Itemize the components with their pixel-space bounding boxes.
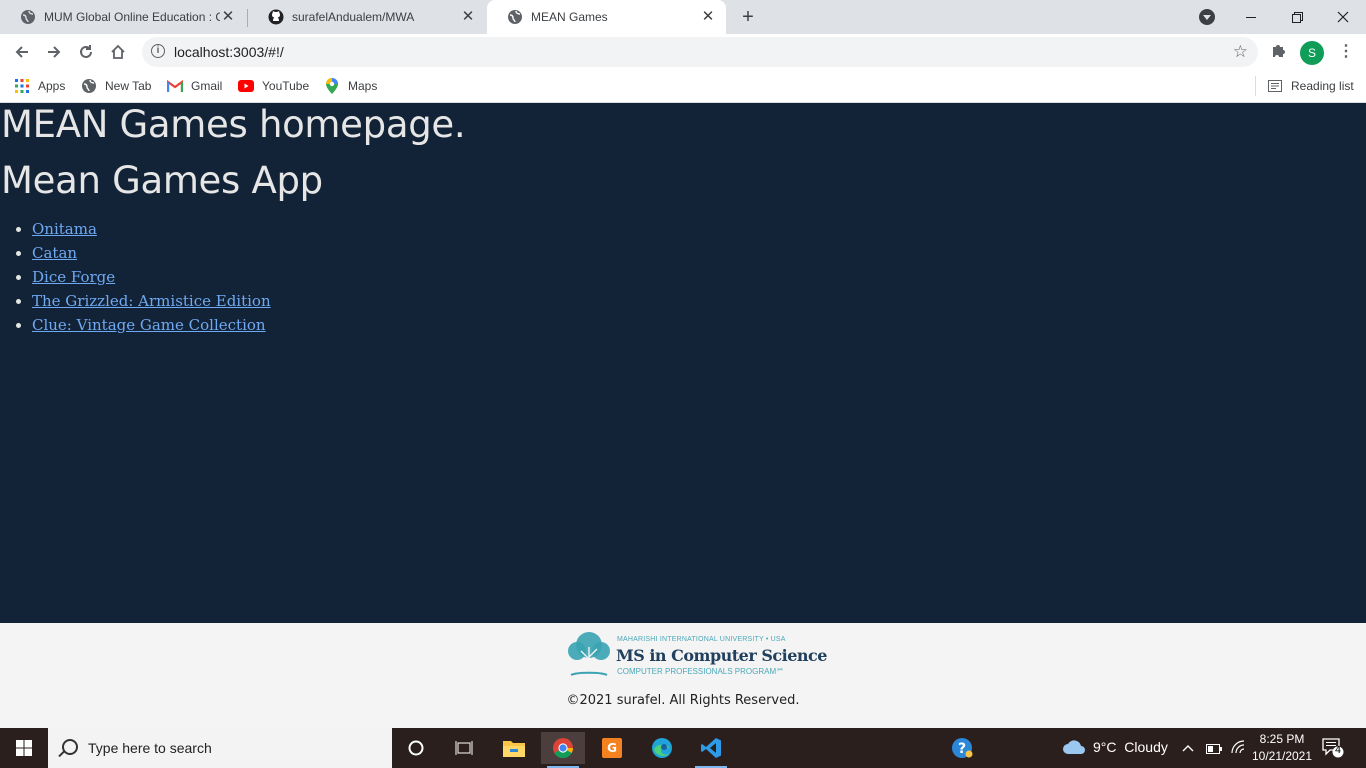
- taskbar-search-input[interactable]: Type here to search: [48, 728, 392, 768]
- game-link[interactable]: Clue: Vintage Game Collection: [32, 316, 266, 334]
- bookmark-apps[interactable]: Apps: [14, 77, 65, 95]
- edge-icon[interactable]: [640, 732, 684, 764]
- system-clock[interactable]: 8:25 PM 10/21/2021: [1246, 731, 1318, 765]
- tab-title: MEAN Games: [531, 10, 608, 24]
- windows-logo-icon: [16, 740, 32, 756]
- browser-tab[interactable]: surafelAndualem/MWA ✕: [248, 0, 486, 34]
- close-tab-icon[interactable]: ✕: [460, 9, 476, 25]
- foxit-pdf-icon[interactable]: G: [590, 732, 634, 764]
- browser-toolbar: i localhost:3003/#!/ ☆ S ⋮: [0, 34, 1366, 70]
- battery-icon[interactable]: [1206, 742, 1222, 757]
- back-button[interactable]: [8, 38, 36, 66]
- bookmark-label: Gmail: [191, 79, 223, 93]
- show-hidden-icons-chevron-icon[interactable]: [1182, 740, 1194, 755]
- list-item: Clue: Vintage Game Collection: [32, 313, 271, 337]
- search-icon: [62, 739, 78, 755]
- youtube-icon: [238, 78, 254, 94]
- search-placeholder: Type here to search: [88, 740, 212, 756]
- university-logo: MAHARISHI INTERNATIONAL UNIVERSITY • USA…: [565, 629, 827, 683]
- svg-text:G: G: [607, 741, 617, 755]
- tab-title: surafelAndualem/MWA: [292, 10, 415, 24]
- logo-subtitle-text: COMPUTER PROFESSIONALS PROGRAM℠: [617, 667, 785, 676]
- game-link[interactable]: Dice Forge: [32, 268, 115, 286]
- bookmark-label: YouTube: [262, 79, 310, 93]
- close-tab-icon[interactable]: ✕: [700, 9, 716, 25]
- bookmark-label: Maps: [348, 79, 378, 93]
- bookmark-label: Apps: [38, 79, 66, 93]
- clock-date: 10/21/2021: [1251, 749, 1313, 763]
- bookmarks-bar: Apps New Tab Gmail YouTube Maps Reading …: [0, 70, 1366, 103]
- windows-start-button[interactable]: [0, 728, 48, 768]
- list-item: Catan: [32, 241, 271, 265]
- notification-center-icon[interactable]: 4: [1322, 738, 1344, 758]
- logo-university-text: MAHARISHI INTERNATIONAL UNIVERSITY • USA: [617, 636, 786, 643]
- list-item: Onitama: [32, 217, 271, 241]
- reading-list-button[interactable]: Reading list: [1267, 77, 1354, 95]
- reading-list-label: Reading list: [1291, 79, 1354, 93]
- taskbar: Type here to search G ? 9°C Cloudy 8:25 …: [0, 728, 1366, 768]
- globe-icon: [81, 78, 97, 94]
- game-link[interactable]: Catan: [32, 244, 77, 262]
- task-view-icon[interactable]: [442, 732, 486, 764]
- reload-button[interactable]: [72, 38, 100, 66]
- weather-text: 9°C Cloudy: [1093, 739, 1168, 755]
- profile-avatar[interactable]: S: [1300, 41, 1324, 65]
- wifi-icon[interactable]: [1230, 740, 1246, 757]
- game-link[interactable]: Onitama: [32, 220, 97, 238]
- file-explorer-icon[interactable]: [492, 732, 536, 764]
- page-content: MEAN Games homepage. Mean Games App Onit…: [0, 103, 1366, 623]
- site-info-icon[interactable]: i: [151, 44, 165, 58]
- bookmark-star-icon[interactable]: ☆: [1233, 42, 1248, 62]
- tab-title: MUM Global Online Education : C: [44, 10, 220, 24]
- globe-icon: [507, 9, 523, 25]
- minimize-button[interactable]: [1228, 0, 1274, 34]
- maps-pin-icon: [324, 78, 340, 94]
- globe-icon: [20, 9, 36, 25]
- svg-text:?: ?: [958, 741, 966, 757]
- page-title: MEAN Games homepage.: [1, 103, 466, 146]
- home-button[interactable]: [104, 38, 132, 66]
- close-window-button[interactable]: [1320, 0, 1366, 34]
- chrome-taskbar-icon[interactable]: [541, 732, 585, 768]
- bookmark-maps[interactable]: Maps: [324, 77, 377, 95]
- bookmark-new-tab[interactable]: New Tab: [81, 77, 151, 95]
- tree-logo-icon: [568, 632, 610, 676]
- bookmark-gmail[interactable]: Gmail: [167, 77, 222, 95]
- logo-program-text: MS in Computer Science: [616, 646, 827, 665]
- address-bar[interactable]: i localhost:3003/#!/ ☆: [142, 37, 1258, 67]
- bookmark-youtube[interactable]: YouTube: [238, 77, 309, 95]
- extensions-puzzle-icon[interactable]: [1270, 43, 1286, 64]
- reading-list-icon: [1267, 78, 1283, 94]
- apps-grid-icon: [14, 78, 30, 94]
- github-icon: [268, 9, 284, 25]
- notification-count: 4: [1334, 745, 1342, 756]
- cloud-icon: [1063, 740, 1085, 754]
- clock-time: 8:25 PM: [1259, 732, 1305, 746]
- games-list: Onitama Catan Dice Forge The Grizzled: A…: [0, 217, 271, 337]
- cortana-icon[interactable]: [394, 732, 438, 764]
- browser-tab-active[interactable]: MEAN Games ✕: [487, 0, 726, 34]
- bookmark-label: New Tab: [105, 79, 152, 93]
- restore-button[interactable]: [1274, 0, 1320, 34]
- browser-menu-icon[interactable]: ⋮: [1338, 42, 1354, 62]
- forward-button[interactable]: [40, 38, 68, 66]
- help-icon[interactable]: ?: [940, 732, 984, 764]
- game-link[interactable]: The Grizzled: Armistice Edition: [32, 292, 271, 310]
- list-item: Dice Forge: [32, 265, 271, 289]
- list-item: The Grizzled: Armistice Edition: [32, 289, 271, 313]
- close-tab-icon[interactable]: ✕: [220, 9, 236, 25]
- weather-widget[interactable]: 9°C Cloudy: [1062, 739, 1168, 755]
- copyright-text: ©2021 surafel. All Rights Reserved.: [566, 693, 800, 708]
- vscode-icon[interactable]: [689, 732, 733, 768]
- tab-search-icon[interactable]: [1199, 9, 1215, 25]
- tab-strip: MUM Global Online Education : C ✕ surafe…: [0, 0, 1366, 34]
- address-url[interactable]: localhost:3003/#!/: [174, 44, 284, 60]
- bookmarks-divider: [1255, 76, 1256, 96]
- page-footer: MAHARISHI INTERNATIONAL UNIVERSITY • USA…: [0, 623, 1366, 728]
- app-title: Mean Games App: [1, 159, 323, 202]
- browser-tab[interactable]: MUM Global Online Education : C ✕: [0, 0, 246, 34]
- new-tab-button[interactable]: +: [737, 6, 759, 28]
- gmail-icon: [167, 78, 183, 94]
